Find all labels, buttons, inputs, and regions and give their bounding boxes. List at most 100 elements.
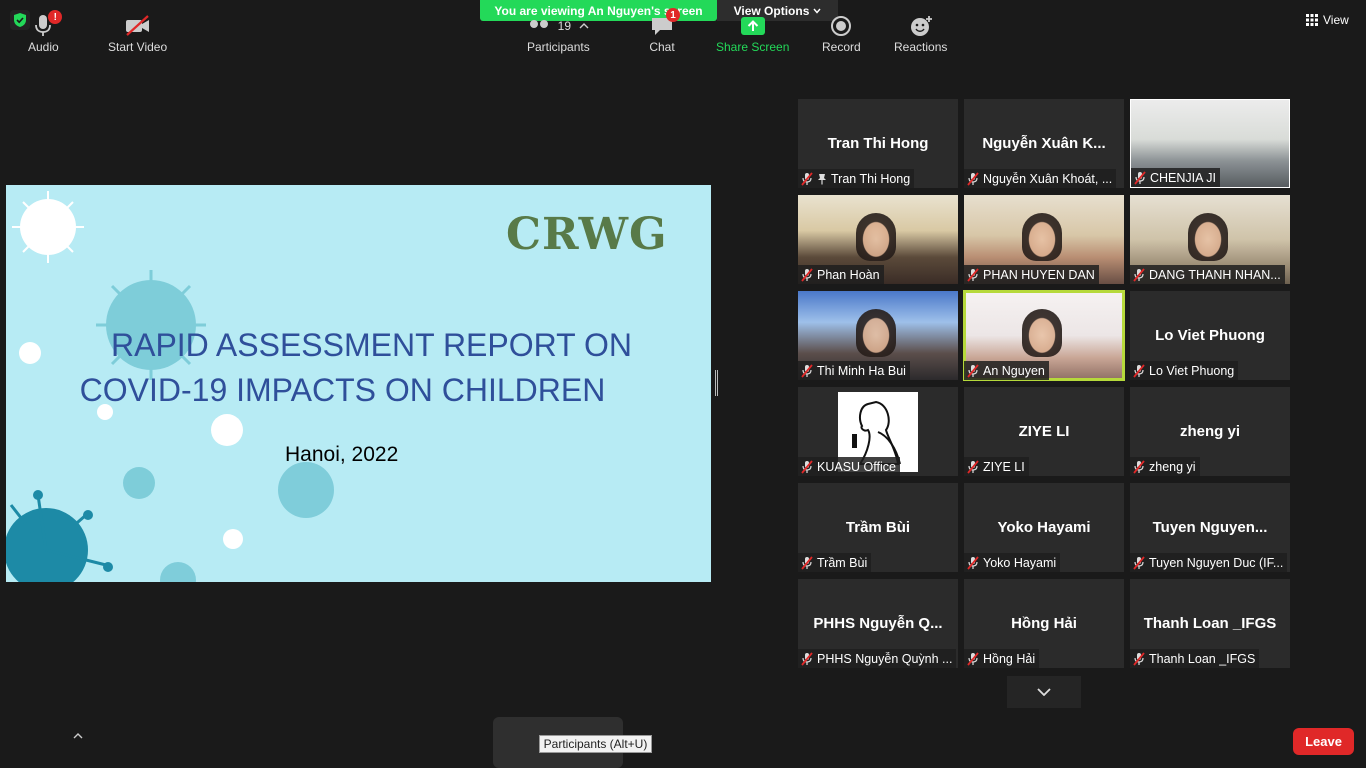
participant-name-label: CHENJIA JI: [1131, 168, 1220, 187]
participant-name-text: Lo Viet Phuong: [1149, 363, 1235, 378]
participant-tile[interactable]: An Nguyen: [963, 290, 1125, 381]
gallery-scroll-down-button[interactable]: [1007, 676, 1081, 708]
participant-tile[interactable]: Thanh Loan _IFGS Thanh Loan _IFGS: [1130, 579, 1290, 668]
chat-label: Chat: [649, 40, 675, 54]
share-screen-button[interactable]: Share Screen: [716, 12, 789, 54]
muted-mic-icon: [967, 171, 979, 186]
participant-name-label: Tran Thi Hong: [798, 169, 915, 188]
reactions-button[interactable]: Reactions: [894, 12, 947, 54]
leave-button[interactable]: Leave: [1293, 728, 1354, 755]
muted-mic-icon: [1134, 170, 1146, 185]
participant-tile[interactable]: Thi Minh Ha Bui: [798, 291, 958, 380]
participant-display-name: Nguyễn Xuân K...: [982, 135, 1106, 152]
view-layout-button[interactable]: View: [1306, 9, 1356, 31]
participant-video-feed: [856, 309, 896, 357]
reactions-label: Reactions: [894, 40, 948, 54]
share-screen-label: Share Screen: [716, 40, 790, 54]
participant-name-label: An Nguyen: [964, 361, 1049, 380]
participant-name-text: Thi Minh Ha Bui: [817, 363, 906, 378]
participant-name-label: Thanh Loan _IFGS: [1130, 649, 1260, 668]
participant-tile[interactable]: KUASU Office: [798, 387, 958, 476]
participant-name-label: Trầm Bùi: [798, 553, 872, 572]
muted-mic-icon: [801, 651, 813, 666]
participant-name-label: KUASU Office: [798, 457, 900, 476]
participant-tile[interactable]: Yoko Hayami Yoko Hayami: [964, 483, 1124, 572]
participant-name-label: Yoko Hayami: [964, 553, 1061, 572]
participant-video-feed: [1022, 213, 1062, 261]
record-icon: [831, 16, 852, 36]
participant-name-label: Hồng Hải: [964, 649, 1040, 668]
participant-name-text: Tuyen Nguyen Duc (IF...: [1149, 555, 1284, 570]
muted-mic-icon: [801, 459, 813, 474]
participant-tile[interactable]: Tuyen Nguyen... Tuyen Nguyen Duc (IF...: [1130, 483, 1290, 572]
participant-tile[interactable]: PHAN HUYEN DAN: [964, 195, 1124, 284]
slide-subtitle: Hanoi, 2022: [285, 443, 399, 466]
participant-tile[interactable]: DANG THANH NHAN...: [1130, 195, 1290, 284]
participant-display-name: Lo Viet Phuong: [1155, 327, 1265, 344]
panel-resize-handle[interactable]: [715, 370, 718, 396]
participant-tile[interactable]: ZIYE LI ZIYE LI: [964, 387, 1124, 476]
chat-button[interactable]: 1 Chat: [649, 8, 680, 54]
participant-name-label: zheng yi: [1130, 457, 1200, 476]
participant-video-feed: [1022, 309, 1062, 357]
muted-mic-icon: [967, 459, 979, 474]
muted-mic-icon: [801, 555, 813, 570]
share-screen-icon: [740, 17, 765, 35]
grid-icon: [1306, 14, 1318, 26]
audio-options-caret[interactable]: [73, 726, 83, 744]
participant-name-label: Nguyễn Xuân Khoát, ...: [964, 169, 1117, 188]
participants-button[interactable]: 19 Participants: [527, 12, 590, 54]
participant-tile[interactable]: Trầm Bùi Trầm Bùi: [798, 483, 958, 572]
record-button[interactable]: Record: [822, 12, 861, 54]
muted-mic-icon: [1133, 555, 1145, 570]
participant-name-label: Phan Hoàn: [798, 265, 884, 284]
participant-display-name: PHHS Nguyễn Q...: [813, 615, 943, 632]
participant-name-label: Thi Minh Ha Bui: [798, 361, 910, 380]
participant-tile[interactable]: zheng yi zheng yi: [1130, 387, 1290, 476]
muted-mic-icon: [1133, 363, 1145, 378]
participants-count: 19: [557, 19, 572, 33]
record-label: Record: [822, 40, 861, 54]
participant-display-name: zheng yi: [1179, 423, 1240, 440]
chevron-down-icon: [1037, 688, 1051, 696]
participant-tile[interactable]: CHENJIA JI: [1130, 99, 1290, 188]
participant-name-text: Yoko Hayami: [983, 555, 1057, 570]
participant-tile[interactable]: Nguyễn Xuân K... Nguyễn Xuân Khoát, ...: [964, 99, 1124, 188]
participant-tile[interactable]: PHHS Nguyễn Q... PHHS Nguyễn Quỳnh ...: [798, 579, 958, 668]
security-shield-icon[interactable]: [10, 10, 30, 30]
chevron-up-icon: [73, 733, 83, 739]
participant-name-label: ZIYE LI: [964, 457, 1029, 476]
muted-mic-icon: [967, 651, 979, 666]
muted-mic-icon: [1133, 459, 1145, 474]
audio-button[interactable]: ! Audio: [28, 10, 63, 54]
participant-name-text: Thanh Loan _IFGS: [1149, 651, 1256, 666]
participant-tile[interactable]: Lo Viet Phuong Lo Viet Phuong: [1130, 291, 1290, 380]
participant-name-text: Nguyễn Xuân Khoát, ...: [983, 171, 1113, 186]
participant-display-name: Yoko Hayami: [997, 519, 1091, 536]
participant-name-label: DANG THANH NHAN...: [1130, 265, 1285, 284]
participant-tile[interactable]: Tran Thi Hong Tran Thi Hong: [798, 99, 958, 188]
audio-warning-badge: !: [48, 10, 63, 24]
chevron-up-icon: [579, 23, 589, 29]
crwg-logo: CRWG: [506, 209, 668, 260]
participant-name-text: PHAN HUYEN DAN: [983, 267, 1095, 282]
slide-title-line-1: RAPID ASSESSMENT REPORT ON: [110, 327, 633, 363]
participant-name-text: Tran Thi Hong: [831, 171, 911, 186]
start-video-button[interactable]: Start Video: [108, 12, 167, 54]
muted-mic-icon: [801, 363, 813, 378]
participant-name-text: Trầm Bùi: [817, 555, 868, 570]
participant-name-text: zheng yi: [1149, 459, 1196, 474]
participant-display-name: Trầm Bùi: [845, 519, 911, 536]
participant-display-name: ZIYE LI: [1018, 423, 1070, 440]
participant-video-feed: [856, 213, 896, 261]
participant-video-feed: [1188, 213, 1228, 261]
participant-display-name: Hồng Hải: [1011, 615, 1077, 632]
muted-mic-icon: [967, 555, 979, 570]
participant-name-label: PHAN HUYEN DAN: [964, 265, 1099, 284]
shared-screen-slide: CRWG RAPID ASSESSMENT REPORT ON COVID-19…: [6, 185, 711, 582]
pin-icon: [818, 173, 826, 184]
participant-tile[interactable]: Phan Hoàn: [798, 195, 958, 284]
slide-title-line-2: COVID-19 IMPACTS ON CHILDREN: [79, 372, 606, 408]
participant-tile[interactable]: Hồng Hải Hồng Hải: [964, 579, 1124, 668]
participant-display-name: Tran Thi Hong: [827, 135, 929, 152]
